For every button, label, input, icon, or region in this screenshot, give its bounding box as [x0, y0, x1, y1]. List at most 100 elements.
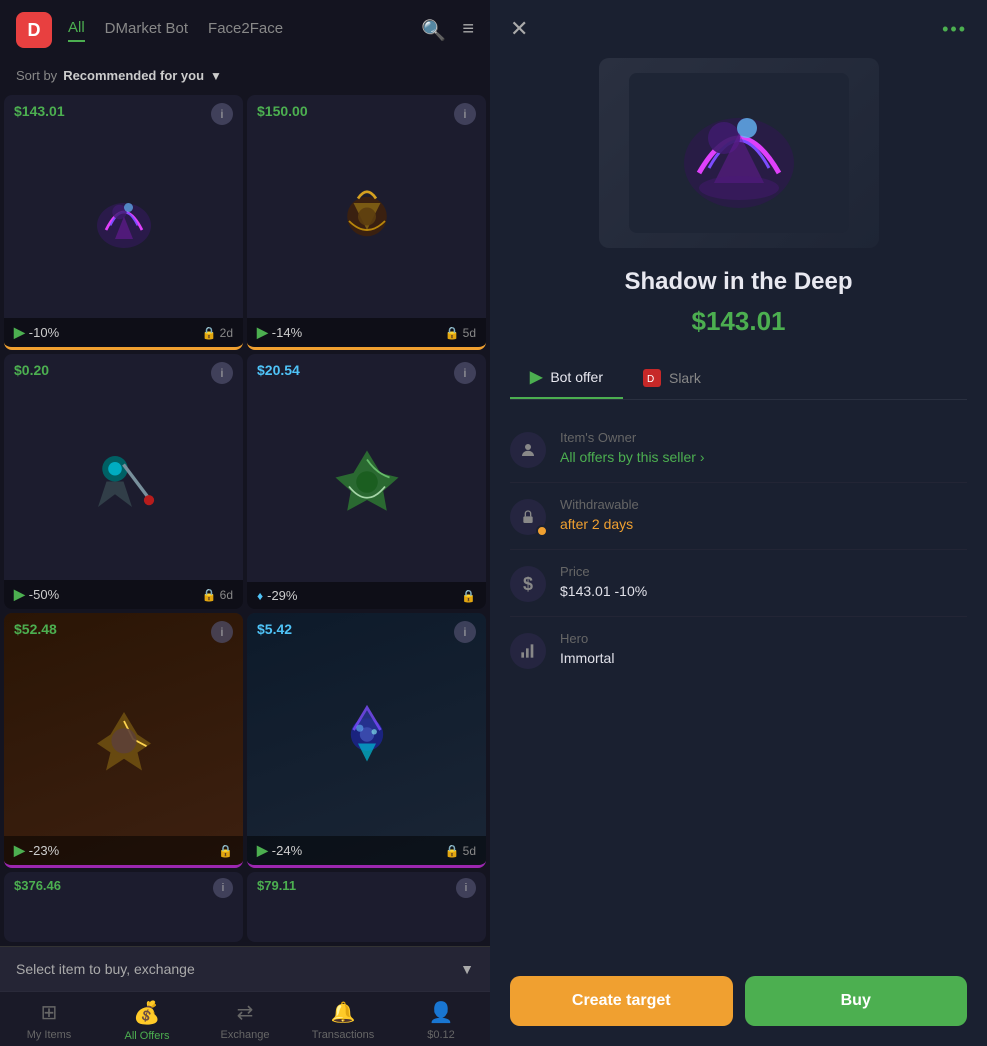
hero-item-image: [599, 58, 879, 248]
my-items-label: My Items: [27, 1029, 72, 1041]
item-footer-1: ▶ -10% 🔒 2d: [4, 318, 243, 347]
my-items-icon: ⊞: [41, 1000, 58, 1025]
bot-offer-label: Bot offer: [550, 369, 603, 385]
item-discount-2: ▶ -14%: [257, 324, 302, 341]
transactions-label: Transactions: [312, 1029, 375, 1041]
item-artwork-4: [322, 437, 412, 527]
nav-tab-face2face[interactable]: Face2Face: [208, 20, 283, 41]
tab-bot-offer[interactable]: ▶ Bot offer: [510, 357, 623, 399]
item-price-5: $52.48: [14, 621, 57, 637]
price-content: Price $143.01 -10%: [560, 564, 967, 599]
left-panel: D All DMarket Bot Face2Face 🔍 ≡ Sort by …: [0, 0, 490, 1046]
price-label: Price: [560, 564, 967, 579]
close-button[interactable]: ✕: [510, 16, 528, 42]
item-discount-value-5: -23%: [29, 843, 59, 858]
item-card-5[interactable]: $52.48 i ▶ -23% 🔒: [4, 613, 243, 868]
all-offers-icon: 💰: [133, 1000, 160, 1026]
withdraw-value: after 2 days: [560, 516, 967, 532]
item-discount-4: ♦ -29%: [257, 588, 297, 603]
item-lock-days-2: 5d: [463, 326, 476, 340]
lock-icon-1: 🔒: [202, 326, 217, 340]
sort-prefix: Sort by: [16, 68, 57, 83]
item-footer-5: ▶ -23% 🔒: [4, 836, 243, 865]
nav-tab-dmarket[interactable]: DMarket Bot: [105, 20, 188, 41]
owner-link[interactable]: All offers by this seller ›: [560, 449, 967, 465]
item-lock-1: 🔒 2d: [202, 326, 233, 340]
nav-my-items[interactable]: ⊞ My Items: [0, 1000, 98, 1042]
item-image-1: [4, 95, 243, 347]
nav-tabs: All DMarket Bot Face2Face: [68, 19, 405, 42]
item-price-7: $376.46: [14, 878, 61, 893]
item-artwork-3: [81, 439, 166, 524]
item-discount-value-6: -24%: [272, 843, 302, 858]
tab-slark[interactable]: D Slark: [623, 357, 721, 399]
dmarket-source-icon-3: ▶: [14, 586, 25, 603]
item-discount-1: ▶ -10%: [14, 324, 59, 341]
exchange-icon: ⇄: [237, 1000, 254, 1025]
nav-tab-all[interactable]: All: [68, 19, 85, 42]
create-target-button[interactable]: Create target: [510, 976, 733, 1026]
detail-price: $ Price $143.01 -10%: [510, 550, 967, 617]
lock-icon-5: 🔒: [218, 844, 233, 858]
item-card-6[interactable]: $5.42 i ▶ -24%: [247, 613, 486, 868]
search-icon[interactable]: 🔍: [421, 18, 446, 43]
item-card-4[interactable]: $20.54 i ♦ -29% 🔒: [247, 354, 486, 609]
item-info-btn-6[interactable]: i: [454, 621, 476, 643]
item-footer-2: ▶ -14% 🔒 5d: [247, 318, 486, 347]
nav-all-offers[interactable]: 💰 All Offers: [98, 1000, 196, 1042]
grid-row-1: $143.01 i ▶ -10%: [4, 95, 486, 350]
item-discount-6: ▶ -24%: [257, 842, 302, 859]
item-card-3[interactable]: $0.20 i ▶ -50%: [4, 354, 243, 609]
nav-exchange[interactable]: ⇄ Exchange: [196, 1000, 294, 1042]
items-grid: $143.01 i ▶ -10%: [0, 91, 490, 946]
nav-transactions[interactable]: 🔔 Transactions: [294, 1000, 392, 1042]
item-footer-6: ▶ -24% 🔒 5d: [247, 836, 486, 865]
item-card-8[interactable]: $79.11 i: [247, 872, 486, 942]
item-info-btn-8[interactable]: i: [456, 878, 476, 898]
item-info-btn-3[interactable]: i: [211, 362, 233, 384]
detail-withdrawable: Withdrawable after 2 days: [510, 483, 967, 550]
buy-button[interactable]: Buy: [745, 976, 968, 1026]
dmarket-source-icon-5: ▶: [14, 842, 25, 859]
warning-dot: [536, 525, 548, 537]
select-bar[interactable]: Select item to buy, exchange ▼: [0, 946, 490, 991]
bot-offer-icon: ▶: [530, 367, 542, 387]
item-image-6: [247, 613, 486, 865]
item-info-btn-7[interactable]: i: [213, 878, 233, 898]
item-info-btn-2[interactable]: i: [454, 103, 476, 125]
lock-icon-2: 🔒: [445, 326, 460, 340]
dota-icon: D: [645, 371, 659, 385]
item-info-btn-1[interactable]: i: [211, 103, 233, 125]
offer-tabs: ▶ Bot offer D Slark: [510, 357, 967, 400]
nav-balance[interactable]: 👤 $0.12: [392, 1000, 490, 1042]
item-card-2[interactable]: $150.00 i ▶ -14%: [247, 95, 486, 350]
item-info-btn-5[interactable]: i: [211, 621, 233, 643]
item-footer-4: ♦ -29% 🔒: [247, 582, 486, 609]
item-detail-price: $143.01: [490, 306, 987, 337]
filter-icon[interactable]: ≡: [462, 18, 474, 43]
bar-chart-icon: [520, 643, 536, 659]
item-card-7[interactable]: $376.46 i: [4, 872, 243, 942]
more-button[interactable]: •••: [942, 19, 967, 40]
grid-row-4: $376.46 i $79.11 i: [4, 872, 486, 942]
bottom-nav: ⊞ My Items 💰 All Offers ⇄ Exchange 🔔 Tra…: [0, 991, 490, 1046]
item-price-4: $20.54: [257, 362, 300, 378]
item-info-btn-4[interactable]: i: [454, 362, 476, 384]
sort-value: Recommended for you: [63, 68, 204, 83]
person-icon: [519, 441, 537, 459]
withdraw-label: Withdrawable: [560, 497, 967, 512]
chevron-right-icon: ›: [700, 449, 705, 465]
balance-label: $0.12: [427, 1029, 455, 1041]
item-artwork-1: [79, 176, 169, 266]
details-list: Item's Owner All offers by this seller ›…: [490, 416, 987, 960]
dmarket-source-icon-6: ▶: [257, 842, 268, 859]
sort-bar[interactable]: Sort by Recommended for you ▼: [0, 60, 490, 91]
item-artwork-2: [322, 176, 412, 266]
steam-source-icon-4: ♦: [257, 589, 263, 603]
right-panel: ✕ ••• Shadow in the Deep $143.01 ▶ Bot o…: [490, 0, 987, 1046]
item-card-1[interactable]: $143.01 i ▶ -10%: [4, 95, 243, 350]
action-buttons: Create target Buy: [490, 960, 987, 1046]
slark-flag-icon: D: [643, 369, 661, 387]
item-detail-name: Shadow in the Deep: [490, 268, 987, 296]
owner-link-text: All offers by this seller: [560, 449, 696, 465]
